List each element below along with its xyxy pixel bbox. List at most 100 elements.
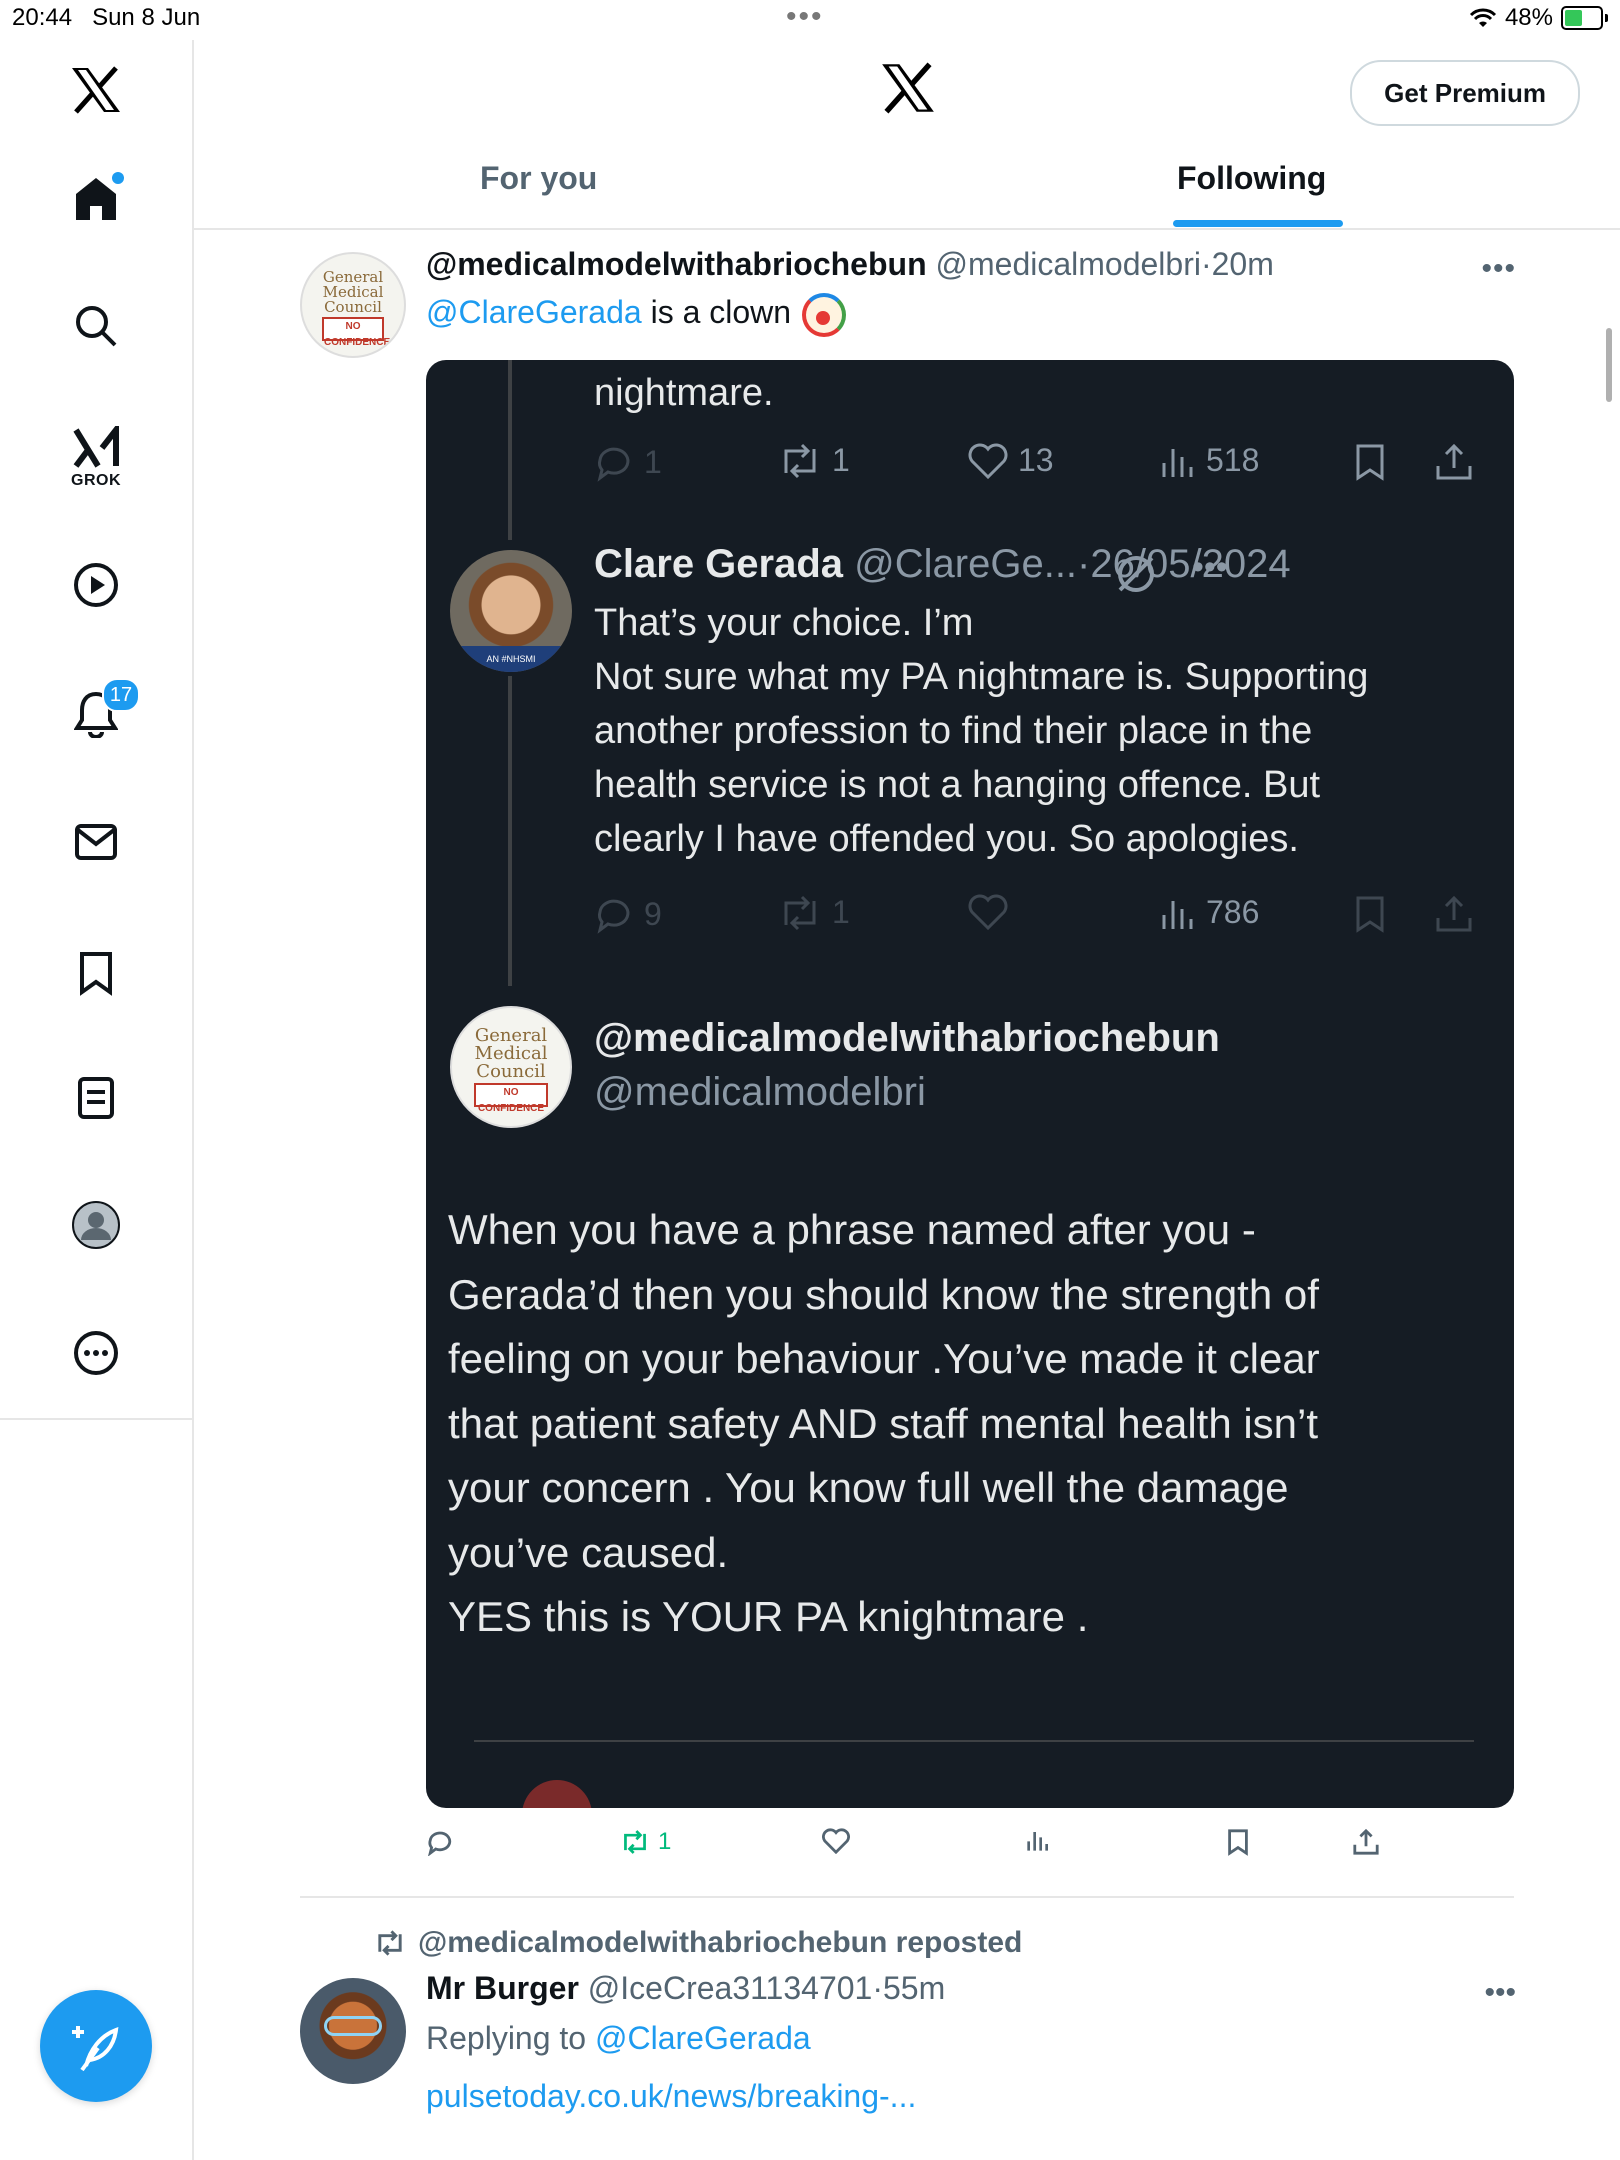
reply-share-icon	[1434, 894, 1474, 934]
grok-label: GROK	[71, 472, 121, 489]
tab-for-you[interactable]: For you	[480, 160, 597, 197]
replying-to: Replying to @ClareGerada	[426, 2020, 811, 2056]
play-icon	[74, 563, 118, 607]
list-icon	[78, 1077, 114, 1119]
reply-button[interactable]	[426, 1828, 454, 1856]
reply-text: That’s your choice. I’m Not sure what my…	[594, 602, 1369, 860]
reply-header: Clare Gerada @ClareGe...·26/05/2024	[594, 542, 1291, 586]
nav-explore[interactable]	[74, 304, 118, 348]
mail-icon	[75, 824, 117, 860]
display-name[interactable]: @medicalmodelwithabriochebun	[426, 246, 927, 282]
avatar-text: General Medical Council	[322, 267, 384, 316]
more-options-icon[interactable]: •••	[1481, 252, 1516, 286]
share-button[interactable]	[1352, 1828, 1380, 1856]
compose-feather-icon	[72, 2026, 119, 2072]
reply-avatar: AN #NHSMI	[450, 550, 572, 672]
nav-video[interactable]	[73, 562, 119, 608]
reply-like-icon	[968, 894, 1008, 930]
search-icon	[76, 306, 117, 347]
battery-icon	[1561, 6, 1603, 30]
display-name[interactable]: Mr Burger	[426, 1970, 579, 2006]
thread-line	[508, 676, 512, 986]
bookmark-icon	[1228, 1829, 1248, 1856]
heart-icon	[968, 443, 1008, 479]
reply-icon	[428, 1831, 452, 1856]
reply-more-icon: •••	[1192, 548, 1228, 586]
tweet-actions: 1	[426, 1828, 1426, 1868]
embed-share-icon	[1434, 442, 1474, 482]
tweet-header: Mr Burger @IceCrea31134701·55m	[426, 1970, 946, 2006]
timestamp[interactable]: 20m	[1212, 246, 1274, 282]
embed-top-text: nightmare.	[594, 372, 774, 414]
author-body: When you have a phrase named after you -…	[448, 1206, 1320, 1576]
author-handle: @medicalmodelbri	[594, 1070, 926, 1114]
tweet-text: @ClareGerada is a clown	[426, 292, 846, 337]
status-bar: 20:44 Sun 8 Jun ••• 48%	[0, 0, 1620, 40]
tab-following[interactable]: Following	[1177, 160, 1326, 197]
timestamp[interactable]: 55m	[883, 1970, 945, 2006]
embed-top-actions: 1 1 13 518	[594, 442, 1474, 492]
nav-grok[interactable]: GROK	[71, 426, 121, 490]
repost-icon	[624, 1830, 646, 1854]
reply-repost-count: 1	[778, 894, 850, 931]
cropped-avatar	[522, 1780, 592, 1808]
mention-link[interactable]: @ClareGerada	[595, 2020, 811, 2056]
mention-link[interactable]: @ClareGerada	[426, 294, 642, 330]
embed-bookmark-icon	[1354, 442, 1386, 482]
nav-lists[interactable]	[77, 1076, 115, 1120]
nav-bookmarks[interactable]	[78, 950, 114, 996]
views-icon	[1027, 1832, 1048, 1851]
x-logo-icon	[880, 62, 936, 119]
heart-icon	[822, 1828, 850, 1854]
bookmark-button[interactable]	[1226, 1828, 1250, 1856]
clown-emoji-icon	[801, 292, 846, 337]
repost-button[interactable]: 1	[620, 1828, 671, 1856]
embed-divider	[474, 1740, 1474, 1742]
nav-more[interactable]	[73, 1330, 119, 1376]
grok-icon	[73, 426, 119, 468]
views-icon	[1162, 448, 1193, 477]
nav-profile[interactable]	[71, 1200, 121, 1250]
author-avatar: General Medical Council NO CONFIDENCE	[450, 1006, 572, 1128]
like-button[interactable]	[822, 1828, 850, 1854]
bookmark-icon	[80, 952, 112, 996]
get-premium-button[interactable]: Get Premium	[1350, 60, 1580, 126]
repost-count: 1	[778, 442, 850, 479]
view-count: 518	[1160, 442, 1259, 479]
active-tab-indicator	[1173, 220, 1343, 227]
reply-view-count: 786	[1160, 894, 1259, 931]
tweet-link[interactable]: pulsetoday.co.uk/news/breaking-...	[426, 2078, 916, 2115]
embedded-screenshot[interactable]: nightmare. 1 1 13 518 AN #NHSMI Clare Ge…	[426, 360, 1514, 1808]
nav-home[interactable]	[74, 172, 124, 222]
grok-explain-icon	[1118, 556, 1154, 592]
notifications-badge: 17	[102, 678, 140, 712]
avatar[interactable]: General Medical Council NO CONFIDENCE	[300, 252, 406, 358]
x-logo-icon[interactable]	[70, 66, 122, 114]
reply-reply-count: 9	[594, 894, 662, 934]
reply-handle: @ClareGe...	[854, 542, 1078, 586]
timeline-header: Get Premium For you Following	[194, 40, 1620, 230]
author-display-name: @medicalmodelwithabriochebun	[594, 1016, 1220, 1060]
avatar-glasses	[324, 2016, 382, 2036]
views-button[interactable]	[1026, 1828, 1050, 1852]
avatar[interactable]	[300, 1978, 406, 2084]
handle[interactable]: @IceCrea31134701	[588, 1970, 873, 2006]
nav-notifications[interactable]: 17	[74, 678, 140, 738]
multitasking-dots[interactable]: •••	[786, 0, 824, 34]
reply-actions: 9 1 786	[594, 894, 1474, 944]
author-closing: YES this is YOUR PA knightmare .	[448, 1593, 1089, 1640]
more-options-icon[interactable]: •••	[1484, 1976, 1516, 2010]
like-count: 13	[968, 442, 1054, 479]
nav-messages[interactable]	[74, 822, 118, 862]
left-sidebar: GROK 17	[0, 40, 194, 2160]
thread-line	[508, 360, 512, 540]
compose-button[interactable]	[40, 1990, 152, 2102]
handle[interactable]: @medicalmodelbri	[936, 246, 1201, 282]
avatar-stamp: NO CONFIDENCE	[322, 316, 390, 348]
repost-icon	[784, 443, 816, 478]
scrollbar[interactable]	[1606, 328, 1612, 402]
reply-display-name: Clare Gerada	[594, 542, 844, 586]
reply-count: 1	[594, 442, 662, 482]
home-icon	[76, 178, 116, 220]
share-icon	[1353, 1828, 1379, 1855]
